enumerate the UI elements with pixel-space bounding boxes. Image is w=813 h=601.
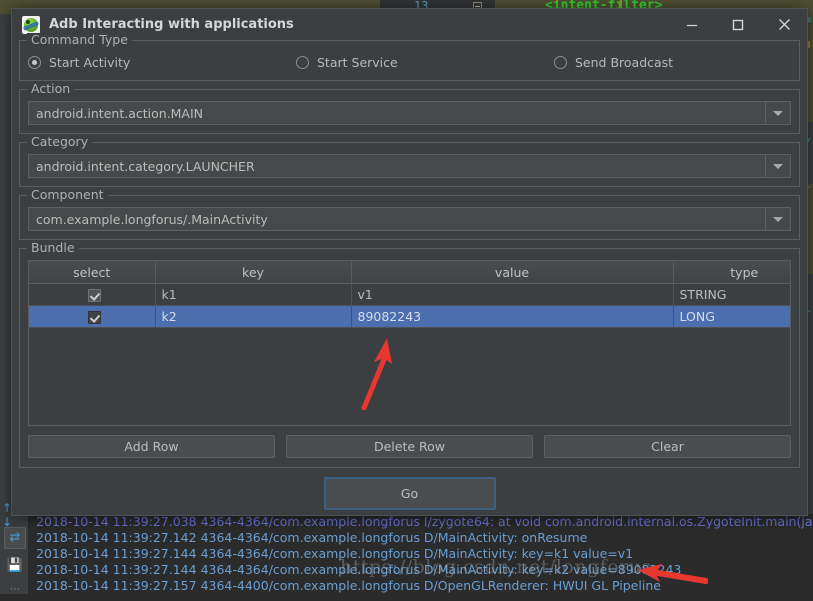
table-header-row: select key value type — [29, 261, 790, 284]
action-value[interactable]: android.intent.action.MAIN — [29, 102, 765, 124]
log-line: 2018-10-14 11:39:27.142 4364-4364/com.ex… — [36, 530, 588, 545]
dialog-body: Command Type Start Activity Start Servic… — [12, 33, 807, 510]
category-value[interactable]: android.intent.category.LAUNCHER — [29, 155, 765, 177]
action-combobox[interactable]: android.intent.action.MAIN — [28, 101, 791, 125]
tool-window-buttons: ↑ ↓ ⇄ 💾 ⋯ — [0, 501, 29, 595]
logcat-filter-button[interactable]: ⇄ — [4, 527, 26, 549]
clear-button[interactable]: Clear — [544, 435, 791, 458]
radio-start-activity[interactable]: Start Activity — [28, 55, 296, 70]
category-combobox[interactable]: android.intent.category.LAUNCHER — [28, 154, 791, 178]
command-type-legend: Command Type — [27, 33, 132, 47]
cell-type[interactable]: STRING — [673, 283, 790, 306]
logcat-more-button[interactable]: ⋯ — [4, 579, 26, 601]
row-select-checkbox-cell[interactable] — [29, 283, 156, 306]
minimize-icon[interactable] — [669, 9, 715, 40]
android-adb-icon — [22, 15, 40, 34]
command-type-radio-row: Start Activity Start Service Send Broadc… — [28, 52, 791, 72]
cell-key[interactable]: k2 — [155, 305, 352, 328]
radio-label: Send Broadcast — [575, 54, 674, 70]
log-line: 2018-10-14 11:39:27.157 4364-4400/com.ex… — [36, 578, 661, 593]
radio-indicator-icon — [296, 55, 309, 69]
column-header-select[interactable]: select — [29, 261, 156, 284]
log-line: 2018-10-14 11:39:27.144 4364-4364/com.ex… — [36, 546, 634, 561]
chevron-down-icon[interactable] — [765, 155, 790, 177]
radio-indicator-icon — [28, 55, 41, 69]
bundle-button-row: Add Row Delete Row Clear — [28, 435, 791, 458]
save-icon: 💾 — [6, 558, 24, 573]
maximize-icon[interactable] — [715, 9, 761, 40]
component-combobox[interactable]: com.example.longforus/.MainActivity — [28, 207, 791, 231]
delete-row-button[interactable]: Delete Row — [286, 435, 533, 458]
add-row-button[interactable]: Add Row — [28, 435, 275, 458]
category-group: Category android.intent.category.LAUNCHE… — [19, 135, 800, 187]
log-line: 2018-10-14 11:39:27.144 4364-4364/com.ex… — [36, 562, 682, 577]
cell-value[interactable]: 89082243 — [351, 305, 674, 328]
logcat-console[interactable]: 2018-10-14 11:39:27.038 4364-4364/com.ex… — [28, 514, 813, 594]
action-legend: Action — [27, 82, 75, 96]
column-header-value[interactable]: value — [351, 261, 674, 284]
checkbox-checked-icon[interactable] — [88, 289, 102, 302]
chevron-down-icon[interactable] — [765, 102, 790, 124]
command-type-group: Command Type Start Activity Start Servic… — [19, 33, 800, 81]
component-legend: Component — [27, 188, 108, 202]
bundle-legend: Bundle — [27, 241, 79, 255]
category-legend: Category — [27, 135, 93, 149]
column-header-type[interactable]: type — [673, 261, 790, 284]
radio-label: Start Service — [317, 54, 398, 70]
cell-value[interactable]: v1 — [351, 283, 674, 306]
go-button-row: Go — [19, 477, 800, 510]
chevron-down-icon[interactable] — [765, 208, 790, 230]
column-header-key[interactable]: key — [155, 261, 352, 284]
dialog-title: Adb Interacting with applications — [49, 17, 294, 32]
action-group: Action android.intent.action.MAIN — [19, 82, 800, 134]
cell-key[interactable]: k1 — [155, 283, 352, 306]
component-value[interactable]: com.example.longforus/.MainActivity — [29, 208, 765, 230]
component-group: Component com.example.longforus/.MainAct… — [19, 188, 800, 240]
go-button[interactable]: Go — [323, 477, 496, 510]
filter-icon: ⇄ — [9, 530, 21, 545]
checkbox-checked-icon[interactable] — [88, 311, 102, 324]
window-controls — [669, 9, 807, 40]
log-line: 2018-10-14 11:39:27.038 4364-4364/com.ex… — [36, 514, 813, 529]
radio-label: Start Activity — [49, 54, 131, 70]
row-select-checkbox-cell[interactable] — [29, 305, 156, 328]
table-row[interactable]: k1 v1 STRING — [29, 283, 790, 306]
more-dots-icon: ⋯ — [10, 584, 20, 595]
bundle-table-wrapper[interactable]: select key value type k1 v1 STRING k2 89… — [28, 260, 791, 426]
adb-idea-dialog: Adb Interacting with applications Comman… — [11, 8, 808, 516]
logcat-save-button[interactable]: 💾 — [4, 555, 26, 577]
bundle-table: select key value type k1 v1 STRING k2 89… — [29, 261, 790, 328]
close-icon[interactable] — [761, 9, 807, 40]
table-row[interactable]: k2 89082243 LONG — [29, 305, 790, 328]
radio-send-broadcast[interactable]: Send Broadcast — [554, 55, 673, 70]
radio-start-service[interactable]: Start Service — [296, 55, 554, 70]
radio-indicator-icon — [554, 55, 567, 69]
bundle-group: Bundle select key value type k1 v1 STRIN… — [19, 241, 800, 468]
cell-type[interactable]: LONG — [673, 305, 790, 328]
